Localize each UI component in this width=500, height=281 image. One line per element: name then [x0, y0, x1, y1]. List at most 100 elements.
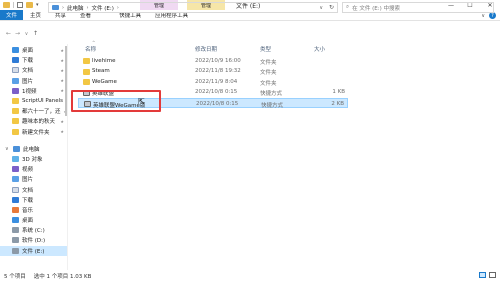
desktop-icon [12, 47, 19, 54]
folder-icon [83, 58, 90, 64]
file-type: 快捷方式 [261, 102, 284, 109]
sidebar-item-qa-3[interactable]: 图片 ★ [0, 76, 67, 86]
sidebar-item-pc-1[interactable]: 视频 [0, 164, 67, 174]
breadcrumb-drive-e[interactable]: 文件 (E:) [92, 4, 114, 12]
recent-locations-icon[interactable]: ∨ [22, 31, 31, 37]
address-bar[interactable]: › 此电脑 › 文件 (E:) › ∨ ↻ [48, 2, 338, 13]
file-size: 1 KB [332, 89, 345, 96]
sidebar-item-label: 下载 [22, 58, 34, 65]
column-name[interactable]: 名称 [85, 44, 96, 54]
desktop-icon [12, 217, 19, 224]
sidebar-item-label: 趣味本的秋天 [22, 119, 56, 126]
sidebar-item-pc-5[interactable]: 音乐 [0, 205, 67, 215]
file-name: WeGame [92, 78, 117, 85]
file-name: Steam [92, 68, 110, 75]
mouse-cursor-icon: ⇱ [138, 97, 145, 106]
file-type: 文件夹 [260, 59, 277, 66]
new-folder-icon[interactable] [26, 2, 33, 8]
column-date[interactable]: 修改日期 [195, 44, 217, 54]
column-size[interactable]: 大小 [314, 44, 325, 54]
divider [13, 2, 14, 8]
file-row[interactable]: WeGame 2022/11/9 8:04 文件夹 [78, 77, 348, 87]
breadcrumb-this-pc[interactable]: 此电脑 [67, 4, 84, 12]
column-header: ^ 名称 修改日期 类型 大小 [72, 40, 500, 54]
folder-icon [83, 68, 90, 75]
file-list: ^ 名称 修改日期 类型 大小 livehime 2022/10/9 16:00 文… [72, 40, 500, 270]
forward-icon[interactable]: → [13, 30, 22, 37]
sidebar-item-this-pc[interactable]: ∨ 此电脑 [0, 144, 67, 154]
sidebar-item-qa-7[interactable]: 趣味本的秋天 ★ [0, 116, 67, 126]
search-input[interactable]: ⌕ 在 文件 (E:) 中搜索 [342, 2, 494, 13]
sidebar-item-label: 都六十一了，还 [22, 109, 61, 116]
folder-icon [12, 98, 19, 105]
sidebar-item-qa-4[interactable]: 1视频 ★ [0, 86, 67, 96]
sidebar-item-pc-7[interactable]: 系统 (C:) [0, 225, 67, 235]
doc-icon [12, 186, 19, 193]
view-toggle [479, 272, 496, 278]
folder-icon [3, 2, 10, 8]
details-view-icon[interactable] [479, 272, 486, 278]
sidebar-item-pc-6[interactable]: 桌面 [0, 215, 67, 225]
file-type: 文件夹 [260, 80, 277, 87]
expand-ribbon-icon[interactable]: ∨ [481, 13, 485, 19]
file-row[interactable]: livehime 2022/10/9 16:00 文件夹 [78, 56, 348, 66]
sidebar-item-pc-3[interactable]: 文档 [0, 184, 67, 194]
chevron-down-icon[interactable]: ∨ [5, 146, 10, 152]
file-row[interactable]: Steam 2022/11/8 19:32 文件夹 [78, 67, 348, 76]
pic-icon [12, 77, 19, 84]
sidebar-item-qa-5[interactable]: ScriptUI Panels★ [0, 96, 67, 106]
sidebar-item-pc-4[interactable]: 下载 [0, 195, 67, 205]
chevron-right-icon[interactable]: › [87, 5, 89, 11]
highlight-annotation [71, 90, 161, 112]
music-icon [12, 206, 19, 213]
sidebar-item-qa-8[interactable]: 新建文件夹 ★ [0, 127, 67, 137]
file-date: 2022/10/8 0:15 [196, 100, 239, 107]
file-date: 2022/10/9 16:00 [195, 57, 241, 64]
computer-icon [13, 145, 20, 152]
search-placeholder: 在 文件 (E:) 中搜索 [352, 5, 400, 12]
customize-toolbar-icon[interactable]: ▾ [36, 2, 39, 8]
scrollbar-thumb[interactable] [65, 46, 67, 116]
chevron-down-icon[interactable]: ∨ [319, 5, 323, 11]
sidebar-item-label: 图片 [22, 177, 34, 184]
sidebar-item-qa-1[interactable]: 下载 ★ [0, 55, 67, 65]
sidebar-item-pc-9[interactable]: 文件 (E:) [0, 245, 67, 256]
chevron-right-icon[interactable]: › [117, 5, 119, 11]
file-date: 2022/11/9 8:04 [195, 78, 238, 85]
sidebar-item-label: 桌面 [22, 218, 34, 225]
column-type[interactable]: 类型 [260, 44, 271, 54]
sidebar-item-label: 图片 [22, 78, 34, 85]
sidebar-item-pc-8[interactable]: 软件 (D:) [0, 235, 67, 245]
sidebar-item-label: 软件 (D:) [22, 238, 46, 245]
up-icon[interactable]: ↑ [31, 30, 40, 37]
download-icon [12, 196, 19, 203]
sidebar-item-qa-0[interactable]: 桌面 ★ [0, 45, 67, 55]
computer-icon [52, 5, 59, 10]
sidebar-item-qa-6[interactable]: 都六十一了，还★ [0, 106, 67, 116]
refresh-icon[interactable]: ↻ [329, 4, 334, 11]
sidebar-item-label: 系统 (C:) [22, 228, 45, 235]
file-size: 2 KB [331, 100, 344, 107]
sidebar-item-qa-2[interactable]: 文档 ★ [0, 65, 67, 75]
sidebar-scrollbar[interactable] [64, 44, 68, 270]
video-icon [12, 166, 19, 173]
download-icon [12, 57, 19, 64]
file-type: 快捷方式 [260, 91, 283, 98]
sidebar-item-label: 文件 (E:) [22, 248, 45, 255]
sidebar-item-label: 音乐 [22, 207, 34, 214]
chevron-right-icon[interactable]: › [62, 5, 64, 11]
drive-icon [12, 227, 19, 234]
file-date: 2022/10/8 0:15 [195, 89, 238, 96]
video-icon [12, 87, 19, 94]
help-icon[interactable]: ? [489, 12, 496, 19]
large-icons-view-icon[interactable] [489, 272, 496, 278]
tab-file[interactable]: 文件 [0, 10, 24, 20]
folder-icon [83, 79, 90, 86]
tab-home[interactable]: 主页 [23, 10, 48, 20]
sidebar-item-pc-2[interactable]: 图片 [0, 174, 67, 184]
file-name: livehime [92, 57, 116, 64]
back-icon[interactable]: ← [4, 30, 13, 37]
folder-icon [12, 118, 19, 125]
properties-icon[interactable] [17, 2, 23, 8]
sidebar-item-pc-0[interactable]: 3D 对象 [0, 154, 67, 164]
